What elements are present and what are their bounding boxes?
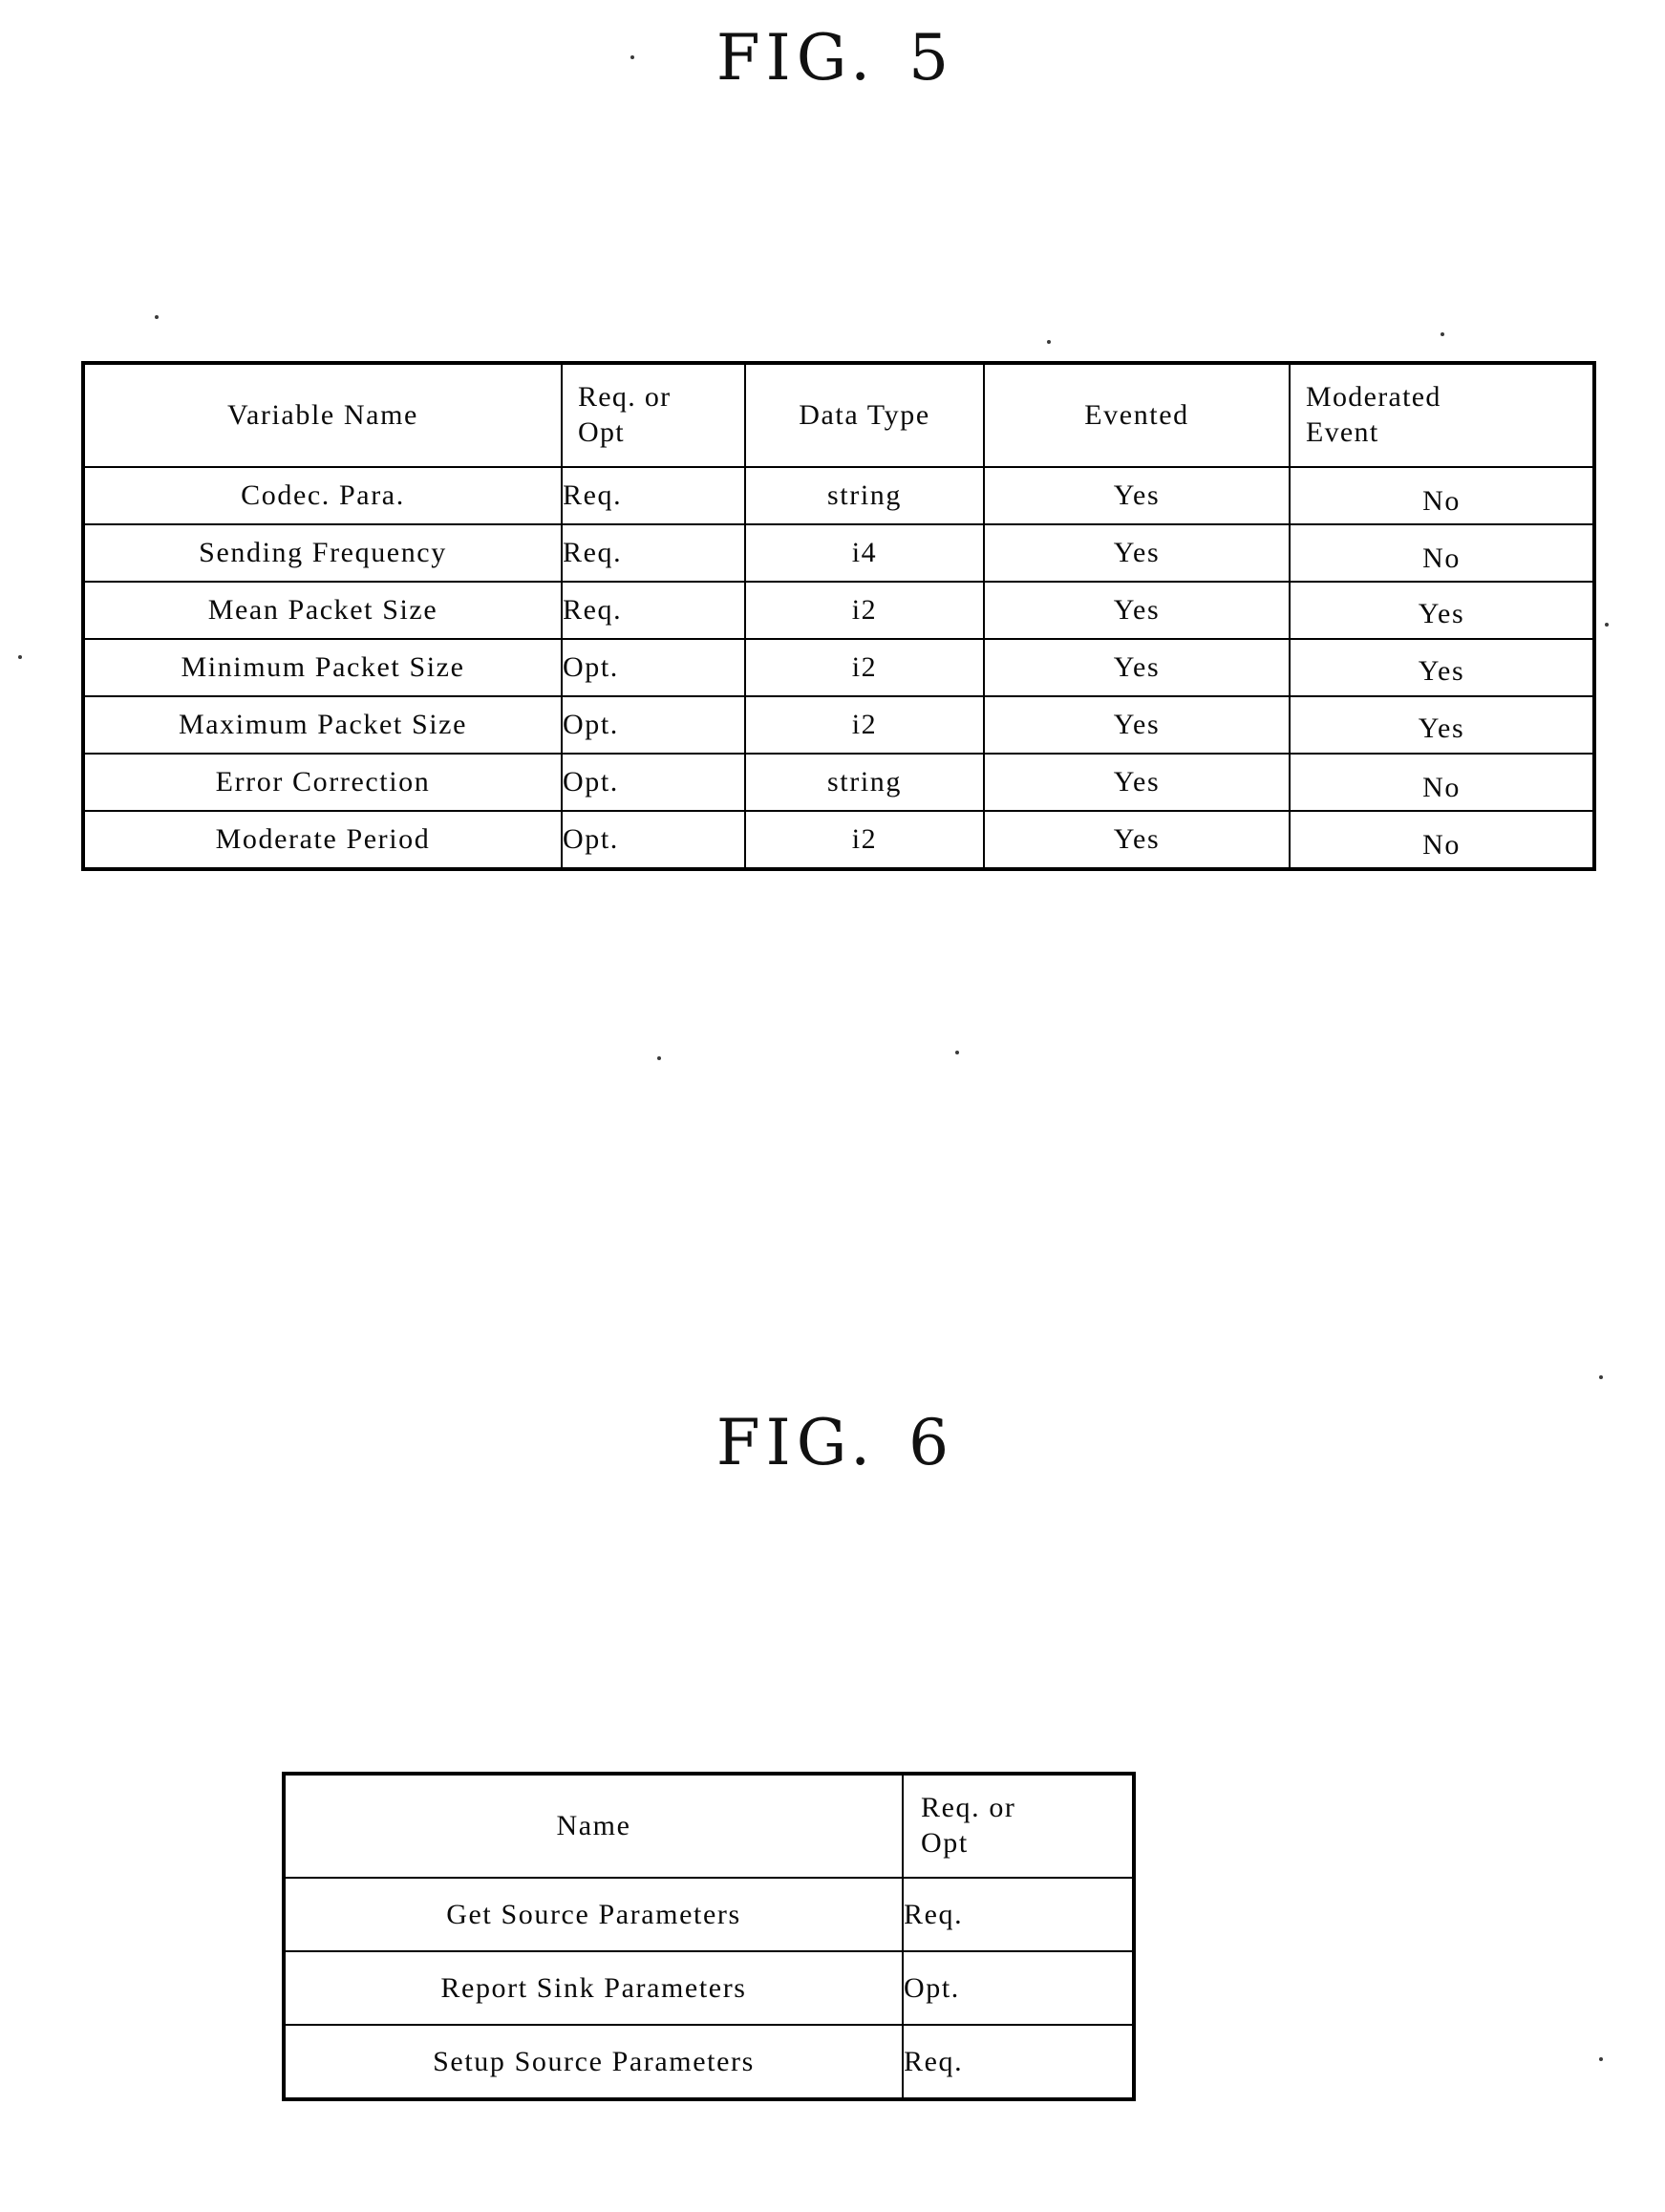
- cell-variable-name: Minimum Packet Size: [81, 638, 563, 697]
- column-header-variable-name: Variable Name: [81, 361, 563, 468]
- figure-6-title: FIG. 6: [0, 1406, 1665, 1479]
- table-row: Get Source Parameters Req.: [282, 1877, 1136, 1952]
- cell-evented: Yes: [983, 581, 1291, 640]
- table-row: Mean Packet Size Req. i2 Yes Yes: [81, 581, 1596, 644]
- cell-variable-name: Mean Packet Size: [81, 581, 563, 640]
- cell-variable-name: Maximum Packet Size: [81, 695, 563, 755]
- scan-speckle: [630, 55, 634, 59]
- table-row: Report Sink Parameters Opt.: [282, 1950, 1136, 2026]
- scan-speckle: [657, 1056, 661, 1060]
- cell-evented: Yes: [983, 810, 1291, 871]
- cell-data-type: string: [744, 466, 985, 525]
- column-header-req-or-opt: Req. or Opt: [902, 1772, 1136, 1879]
- column-header-moderated-event-line2: Event: [1306, 416, 1379, 448]
- table-row: Codec. Para. Req. string Yes No: [81, 466, 1596, 531]
- table-row: Setup Source Parameters Req.: [282, 2024, 1136, 2101]
- figure-6-number: 6: [908, 1406, 950, 1479]
- scan-speckle: [1605, 623, 1609, 627]
- column-header-req-or-opt-line1: Req. or: [578, 381, 672, 414]
- column-header-moderated-event: Moderated Event: [1289, 361, 1596, 468]
- cell-variable-name: Codec. Para.: [81, 466, 563, 525]
- scan-speckle: [1599, 2057, 1603, 2061]
- cell-moderated-event: Yes: [1289, 699, 1596, 758]
- cell-req-or-opt: Opt.: [902, 1950, 1136, 2026]
- table-header-row: Name Req. or Opt: [282, 1772, 1136, 1879]
- cell-data-type: string: [744, 753, 985, 812]
- cell-req-or-opt: Req.: [561, 523, 746, 583]
- cell-data-type: i2: [744, 810, 985, 871]
- table-row: Moderate Period Opt. i2 Yes No: [81, 810, 1596, 877]
- table-row: Error Correction Opt. string Yes No: [81, 753, 1596, 818]
- cell-req-or-opt: Opt.: [561, 638, 746, 697]
- cell-variable-name: Moderate Period: [81, 810, 563, 871]
- cell-req-or-opt: Req.: [561, 466, 746, 525]
- scan-speckle: [1599, 1375, 1603, 1379]
- table-header-row: Variable Name Req. or Opt Data Type Even…: [81, 361, 1596, 468]
- table-row: Sending Frequency Req. i4 Yes No: [81, 523, 1596, 588]
- cell-moderated-event: No: [1289, 758, 1596, 818]
- column-header-req-or-opt-line2: Opt: [578, 416, 625, 448]
- cell-req-or-opt: Opt.: [561, 695, 746, 755]
- figure-6-table: Name Req. or Opt Get Source Parameters R…: [282, 1772, 1136, 2101]
- cell-data-type: i2: [744, 695, 985, 755]
- column-header-data-type: Data Type: [744, 361, 985, 468]
- cell-moderated-event: Yes: [1289, 585, 1596, 644]
- column-header-req-or-opt-line1: Req. or: [921, 1792, 1016, 1824]
- cell-moderated-event: No: [1289, 816, 1596, 877]
- figure-5-label: FIG.: [715, 21, 877, 95]
- figure-6-label: FIG.: [715, 1406, 877, 1479]
- column-header-req-or-opt-line2: Opt: [921, 1827, 969, 1859]
- cell-req-or-opt: Req.: [902, 1877, 1136, 1952]
- column-header-name: Name: [282, 1772, 904, 1879]
- cell-name: Report Sink Parameters: [282, 1950, 904, 2026]
- scan-speckle: [1441, 332, 1444, 336]
- table-row: Maximum Packet Size Opt. i2 Yes Yes: [81, 695, 1596, 758]
- cell-name: Get Source Parameters: [282, 1877, 904, 1952]
- column-header-moderated-event-line1: Moderated: [1306, 381, 1441, 414]
- cell-variable-name: Sending Frequency: [81, 523, 563, 583]
- cell-req-or-opt: Opt.: [561, 753, 746, 812]
- cell-moderated-event: No: [1289, 529, 1596, 588]
- scan-speckle: [955, 1051, 959, 1054]
- cell-data-type: i2: [744, 581, 985, 640]
- scan-speckle: [18, 655, 22, 659]
- figure-5-table: Variable Name Req. or Opt Data Type Even…: [81, 361, 1596, 877]
- cell-data-type: i4: [744, 523, 985, 583]
- figure-5-number: 5: [908, 21, 950, 95]
- scan-speckle: [155, 315, 159, 319]
- cell-moderated-event: No: [1289, 472, 1596, 531]
- cell-moderated-event: Yes: [1289, 642, 1596, 701]
- cell-data-type: i2: [744, 638, 985, 697]
- cell-evented: Yes: [983, 695, 1291, 755]
- figure-5-title: FIG. 5: [0, 21, 1665, 95]
- cell-req-or-opt: Req.: [902, 2024, 1136, 2101]
- cell-evented: Yes: [983, 638, 1291, 697]
- column-header-evented: Evented: [983, 361, 1291, 468]
- cell-evented: Yes: [983, 523, 1291, 583]
- cell-req-or-opt: Req.: [561, 581, 746, 640]
- column-header-req-or-opt: Req. or Opt: [561, 361, 746, 468]
- cell-evented: Yes: [983, 753, 1291, 812]
- cell-req-or-opt: Opt.: [561, 810, 746, 871]
- table-row: Minimum Packet Size Opt. i2 Yes Yes: [81, 638, 1596, 701]
- cell-name: Setup Source Parameters: [282, 2024, 904, 2101]
- cell-evented: Yes: [983, 466, 1291, 525]
- scan-speckle: [1047, 340, 1051, 344]
- cell-variable-name: Error Correction: [81, 753, 563, 812]
